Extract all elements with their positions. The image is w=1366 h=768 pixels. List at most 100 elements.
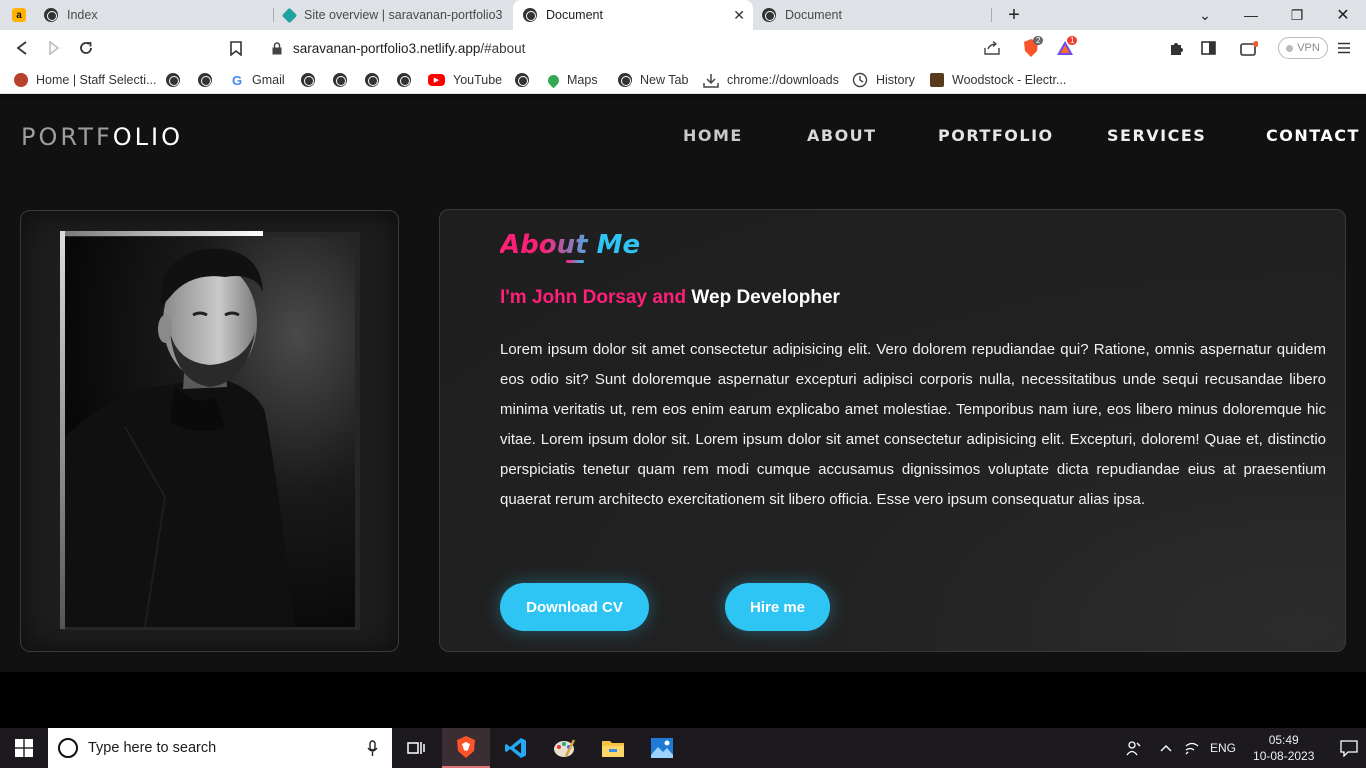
reload-button[interactable]	[74, 36, 98, 60]
brave-shields-button[interactable]: 2	[1020, 36, 1044, 59]
tab-document-active[interactable]: Document ✕	[513, 0, 753, 30]
vpn-button[interactable]: VPN	[1278, 37, 1328, 59]
nav-contact[interactable]: CONTACT	[1266, 126, 1360, 145]
back-arrow-icon	[16, 41, 27, 55]
bookmark-globe-4[interactable]	[333, 70, 355, 90]
microphone-icon[interactable]	[367, 739, 378, 757]
bookmark-globe-5[interactable]	[365, 70, 387, 90]
about-heading-text: About Me	[500, 230, 641, 260]
tab-title: Document	[546, 8, 603, 22]
taskbar-brave-browser[interactable]	[442, 728, 490, 768]
bookmark-globe-3[interactable]	[301, 70, 323, 90]
globe-icon	[365, 73, 379, 87]
sidebar-button[interactable]	[1196, 36, 1220, 60]
bookmark-label: Home | Staff Selecti...	[36, 73, 157, 87]
tab-title: Site overview | saravanan-portfolio3 | N	[304, 8, 504, 22]
bookmark-new-tab[interactable]: New Tab	[618, 70, 688, 90]
paint-palette-icon	[554, 739, 576, 757]
nav-home[interactable]: HOME	[683, 126, 743, 145]
minimize-button[interactable]: —	[1228, 0, 1274, 30]
close-tab-icon[interactable]: ✕	[733, 7, 745, 24]
browser-toolbar: saravanan-portfolio3.netlify.app/#about …	[0, 30, 1366, 66]
about-subtitle: I'm John Dorsay and Wep Developher	[500, 287, 840, 309]
clock-time: 05:49	[1268, 733, 1299, 747]
bookmark-label: History	[876, 73, 915, 87]
close-window-button[interactable]: ✕	[1320, 0, 1366, 30]
tab-site-overview[interactable]: Site overview | saravanan-portfolio3 | N	[274, 0, 512, 30]
people-icon[interactable]	[1126, 740, 1142, 756]
language-indicator[interactable]: ENG	[1210, 741, 1236, 755]
tab-search-chevron-icon[interactable]: ⌄	[1182, 0, 1228, 30]
heading-underline	[566, 260, 584, 263]
task-view-button[interactable]	[392, 728, 440, 768]
globe-icon	[762, 8, 776, 22]
forward-button[interactable]	[42, 36, 66, 60]
globe-icon	[166, 73, 180, 87]
puzzle-icon	[1170, 42, 1183, 55]
person-portrait-image	[65, 237, 355, 627]
bookmark-globe-7[interactable]	[515, 70, 537, 90]
bookmark-globe-6[interactable]	[397, 70, 419, 90]
share-button[interactable]	[980, 36, 1004, 60]
bookmark-maps[interactable]: Maps	[545, 70, 598, 90]
address-bar[interactable]: saravanan-portfolio3.netlify.app/#about	[258, 33, 1010, 63]
back-button[interactable]	[10, 36, 34, 60]
taskbar-photos[interactable]	[638, 728, 686, 768]
about-heading: About Me	[500, 230, 640, 260]
tab-title: Document	[785, 8, 842, 22]
system-tray: ENG 05:49 10-08-2023	[1126, 728, 1359, 768]
bookmark-globe-2[interactable]	[198, 70, 220, 90]
menu-button[interactable]	[1332, 36, 1356, 60]
youtube-icon: ▶	[428, 74, 445, 86]
bookmark-woodstock[interactable]: Woodstock - Electr...	[930, 70, 1066, 90]
notification-center-icon[interactable]	[1340, 739, 1359, 757]
bookmark-youtube[interactable]: ▶ YouTube	[428, 70, 502, 90]
tab-index[interactable]: Index	[34, 0, 274, 30]
wifi-icon[interactable]	[1184, 741, 1200, 755]
bookmark-downloads[interactable]: chrome://downloads	[703, 70, 839, 90]
tab-title: Index	[67, 8, 98, 22]
page-bottom-area	[0, 672, 1366, 728]
taskbar-vscode[interactable]	[492, 728, 540, 768]
bookmark-button[interactable]	[224, 36, 248, 60]
globe-icon	[44, 8, 58, 22]
url-path: /#about	[480, 40, 526, 56]
forward-arrow-icon	[49, 41, 60, 55]
portfolio-page: PORTFOLIO HOME ABOUT PORTFOLIO SERVICES …	[0, 99, 1366, 672]
bookmark-staff-selection[interactable]: Home | Staff Selecti...	[14, 70, 156, 90]
new-tab-button[interactable]: +	[991, 0, 1037, 30]
restore-button[interactable]: ❐	[1274, 0, 1320, 30]
amazon-icon: a	[12, 8, 26, 22]
brave-browser-icon	[457, 736, 475, 758]
clock-date: 10-08-2023	[1253, 749, 1315, 763]
clock[interactable]: 05:49 10-08-2023	[1253, 732, 1314, 764]
bookmark-gmail[interactable]: G Gmail	[230, 70, 285, 90]
maps-icon	[545, 72, 562, 88]
tab-document[interactable]: Document	[752, 0, 992, 30]
nav-services[interactable]: SERVICES	[1107, 126, 1206, 145]
download-cv-button[interactable]: Download CV	[500, 583, 649, 631]
taskbar-paint[interactable]	[540, 728, 588, 768]
start-button[interactable]	[0, 728, 48, 768]
bookmark-globe-1[interactable]	[166, 70, 188, 90]
vpn-status-dot-icon	[1286, 44, 1294, 52]
bookmark-label: Woodstock - Electr...	[952, 73, 1067, 87]
about-bio: Lorem ipsum dolor sit amet consectetur a…	[500, 341, 1326, 508]
show-hidden-icons-chevron-icon[interactable]	[1160, 744, 1172, 752]
nav-portfolio[interactable]: PORTFOLIO	[938, 126, 1054, 145]
extensions-button[interactable]	[1164, 36, 1188, 60]
bookmark-label: Gmail	[252, 73, 285, 87]
bookmark-history[interactable]: History	[852, 70, 915, 90]
bookmark-label: New Tab	[640, 73, 689, 87]
taskbar-file-explorer[interactable]	[589, 728, 637, 768]
nav-about[interactable]: ABOUT	[807, 126, 877, 145]
brave-rewards-button[interactable]: 1	[1054, 36, 1078, 59]
wallet-button[interactable]	[1237, 36, 1261, 60]
taskbar-search[interactable]: Type here to search	[48, 728, 392, 768]
pinned-tab-amazon[interactable]: a	[0, 0, 35, 30]
site-logo[interactable]: PORTFOLIO	[21, 123, 183, 151]
hire-me-button[interactable]: Hire me	[725, 583, 830, 631]
bookmark-icon	[230, 40, 242, 56]
alert-count-badge: 1	[1067, 36, 1078, 45]
hamburger-menu-icon	[1338, 42, 1350, 54]
